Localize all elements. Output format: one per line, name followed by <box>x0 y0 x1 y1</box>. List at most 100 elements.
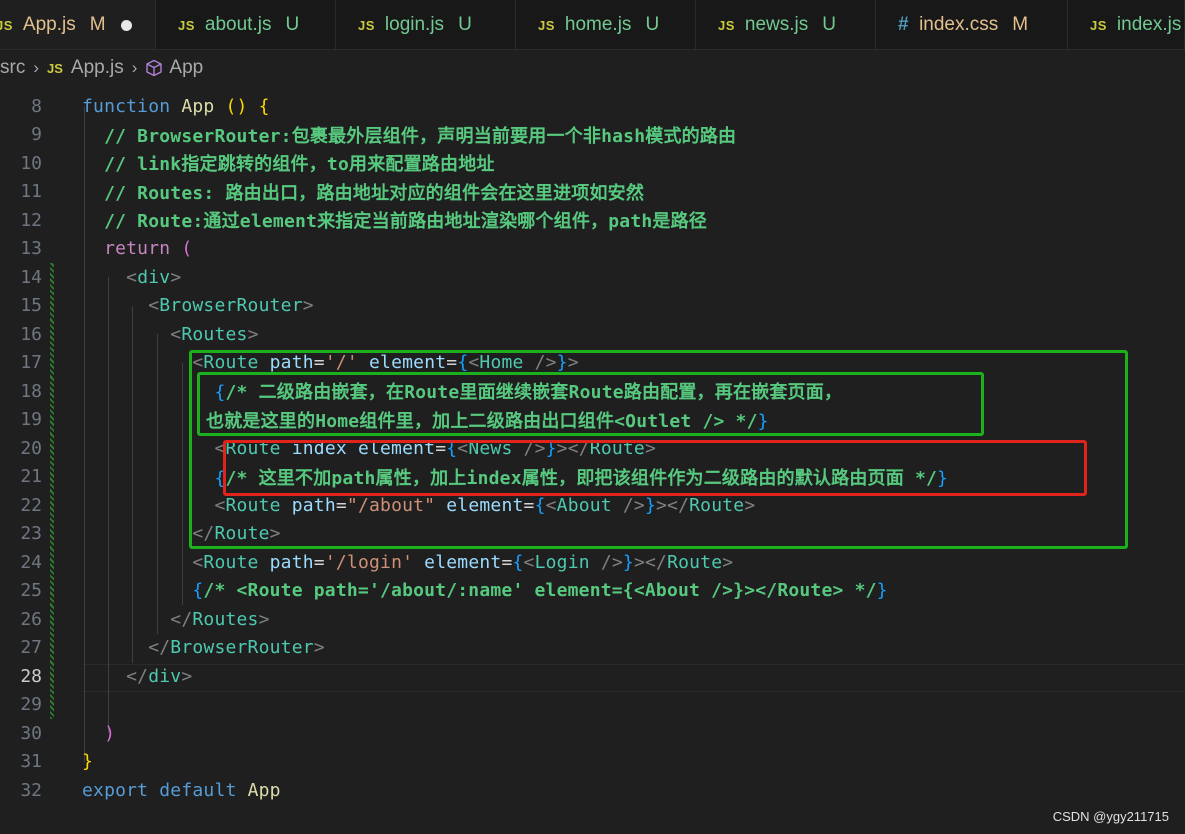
git-modified-gutter <box>50 519 54 548</box>
code-token: { <box>258 95 270 117</box>
code-token: index <box>291 437 347 459</box>
code-text: {/* 这里不加path属性，加上index属性，即把该组件作为二级路由的默认路… <box>82 464 948 490</box>
line-number: 22 <box>20 494 42 516</box>
breadcrumb-folder[interactable]: src <box>0 57 25 79</box>
code-token: Route <box>214 523 270 545</box>
js-file-icon: JS <box>178 17 195 33</box>
code-token: App <box>247 779 281 801</box>
watermark-text: CSDN @ygy211715 <box>1052 809 1169 824</box>
code-token: element <box>346 437 436 459</box>
tab-home-js[interactable]: JS home.js U <box>516 0 696 49</box>
code-token: /* <Route path='/about/:name' element={<… <box>203 580 877 602</box>
code-token: BrowserRouter <box>170 637 314 659</box>
code-token: /> <box>523 437 546 459</box>
breadcrumb: src › JS App.js › App <box>0 50 1185 86</box>
tab-news-js[interactable]: JS news.js U <box>696 0 876 49</box>
code-token: element <box>435 494 524 516</box>
breadcrumb-file[interactable]: App.js <box>71 57 124 79</box>
code-token: < <box>82 551 204 573</box>
git-modified-gutter <box>50 291 54 320</box>
code-token: < <box>468 352 480 374</box>
code-token: > <box>247 323 259 345</box>
code-token: ></ <box>556 437 590 459</box>
js-file-icon: JS <box>1090 17 1107 33</box>
code-token: element <box>413 551 502 573</box>
tab-app-js[interactable]: JS App.js M <box>0 0 156 49</box>
code-token: = <box>435 437 447 459</box>
code-token: </ <box>82 523 215 545</box>
code-token: return <box>82 238 182 260</box>
tab-about-js[interactable]: JS about.js U <box>156 0 336 49</box>
code-line: 14 <div> <box>0 263 1185 292</box>
code-token: /> <box>600 551 623 573</box>
code-token: < <box>82 295 160 317</box>
code-token: path <box>269 551 314 573</box>
tab-index-js[interactable]: JS index.js <box>1068 0 1185 49</box>
code-token: /* 这里不加path属性，加上index属性，即把该组件作为二级路由的默认路由… <box>225 467 938 489</box>
breadcrumb-symbol[interactable]: App <box>169 57 203 79</box>
line-number: 15 <box>20 295 42 317</box>
code-text: </BrowserRouter> <box>82 637 325 658</box>
git-status-badge: U <box>822 14 836 35</box>
code-line: 10 // link指定跳转的组件，to用来配置路由地址 <box>0 149 1185 178</box>
git-status-badge: U <box>458 14 472 35</box>
code-line: 31} <box>0 748 1185 777</box>
code-token: > <box>567 352 579 374</box>
code-token: div <box>137 266 171 288</box>
line-number: 18 <box>20 380 42 402</box>
code-token: Route <box>667 551 723 573</box>
code-token: = <box>313 352 325 374</box>
code-line: 30 ) <box>0 719 1185 748</box>
code-token: < <box>545 494 557 516</box>
line-number: 27 <box>20 637 42 659</box>
code-token: ( <box>181 238 193 260</box>
tab-index-css[interactable]: # index.css M <box>876 0 1068 49</box>
code-line: 8 function App () { <box>0 92 1185 121</box>
code-text: 也就是这里的Home组件里，加上二级路由出口组件<Outlet /> */} <box>206 407 769 433</box>
code-line: 11 // Routes: 路由出口，路由地址对应的组件会在这里进项如安然 <box>0 178 1185 207</box>
code-token: { <box>82 382 226 404</box>
chevron-right-icon: › <box>131 58 138 77</box>
code-token: < <box>82 323 182 345</box>
git-modified-gutter <box>50 377 54 406</box>
code-token: ) <box>82 722 116 744</box>
tab-label: about.js <box>204 14 272 35</box>
code-line: 23 </Route> <box>0 519 1185 548</box>
code-token: } <box>757 410 769 432</box>
tab-label: news.js <box>744 14 809 35</box>
code-token: div <box>148 665 182 687</box>
code-text: <Routes> <box>82 324 259 345</box>
editor-tab-bar: JS App.js M JS about.js U JS login.js U JS home.js… <box>0 0 1185 50</box>
tab-label: login.js <box>384 14 445 35</box>
code-text: // link指定跳转的组件，to用来配置路由地址 <box>82 150 495 176</box>
code-line: 21 {/* 这里不加path属性，加上index属性，即把该组件作为二级路由的… <box>0 462 1185 491</box>
code-text: export default App <box>82 780 281 801</box>
code-token: About <box>556 494 623 516</box>
code-token: = <box>501 551 513 573</box>
code-editor[interactable]: 8 function App () {9 // BrowserRouter:包裹最… <box>0 92 1185 834</box>
unsaved-dot-icon[interactable] <box>120 19 132 31</box>
code-token: ></ <box>656 494 690 516</box>
code-text: </Route> <box>82 523 281 544</box>
git-modified-gutter <box>50 662 54 691</box>
code-token: // link指定跳转的组件，to用来配置路由地址 <box>82 154 495 176</box>
code-text: } <box>82 751 93 772</box>
code-token: // Route:通过element来指定当前路由地址渲染哪个组件，path是路… <box>82 211 708 233</box>
code-token: } <box>937 467 949 489</box>
code-line: 24 <Route path='/login' element={<Login … <box>0 548 1185 577</box>
code-text: <Route path="/about" element={<About />}… <box>82 495 755 516</box>
code-token: export <box>82 779 160 801</box>
code-token: > <box>644 437 657 459</box>
code-token: { <box>446 437 458 459</box>
code-token: > <box>302 295 314 317</box>
code-token: </ <box>82 608 193 630</box>
code-token: Route <box>689 494 745 516</box>
code-token: '/' <box>324 352 358 374</box>
code-line: 20 <Route index element={<News />}></Rou… <box>0 434 1185 463</box>
line-number: 11 <box>20 181 42 203</box>
code-token: "/about" <box>346 494 436 516</box>
code-token: { <box>512 551 524 573</box>
tab-login-js[interactable]: JS login.js U <box>336 0 516 49</box>
js-file-icon: JS <box>718 17 735 33</box>
code-token: Home <box>479 352 535 374</box>
